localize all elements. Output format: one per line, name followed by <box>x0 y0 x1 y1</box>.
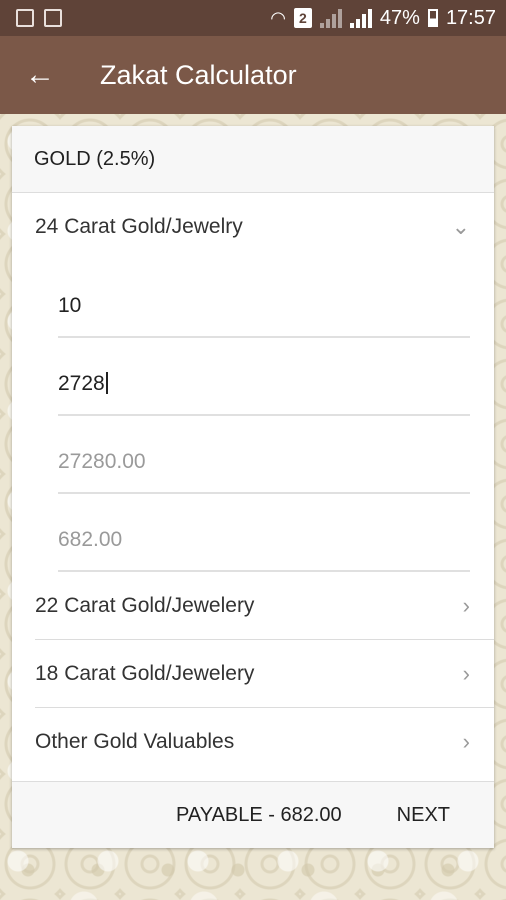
app-bar: ← Zakat Calculator <box>0 36 506 114</box>
section-label: Other Gold Valuables <box>35 729 235 753</box>
chevron-right-icon: › <box>462 728 470 754</box>
rate-field[interactable]: 2728 <box>58 338 470 416</box>
chevron-down-icon: ⌄ <box>451 213 470 239</box>
total-value: 27280.00 <box>58 450 146 473</box>
section-18-carat[interactable]: 18 Carat Gold/Jewelery › <box>12 640 494 707</box>
payable-amount: PAYABLE - 682.00 <box>176 803 342 826</box>
section-label: 24 Carat Gold/Jewelry <box>35 214 243 238</box>
next-button[interactable]: NEXT <box>397 804 450 827</box>
card-header: GOLD (2.5%) <box>12 126 494 193</box>
section-label: 22 Carat Gold/Jewelery <box>35 593 255 617</box>
sim-badge: 2 <box>293 8 312 28</box>
chevron-right-icon: › <box>462 660 470 686</box>
image-notification-icon <box>16 9 34 27</box>
weight-value: 10 <box>58 294 82 317</box>
rate-value: 2728 <box>58 372 108 396</box>
section-22-carat[interactable]: 22 Carat Gold/Jewelery › <box>12 572 494 639</box>
battery-icon <box>427 9 438 27</box>
status-bar: ◠ 2 47% 17:57 <box>0 0 506 36</box>
clock: 17:57 <box>445 6 496 29</box>
zakat-field[interactable]: 682.00 <box>58 494 470 572</box>
battery-percent: 47% <box>379 6 420 29</box>
section-label: 18 Carat Gold/Jewelery <box>35 661 255 685</box>
zakat-value: 682.00 <box>58 528 123 551</box>
total-field[interactable]: 27280.00 <box>58 416 470 494</box>
page-title: Zakat Calculator <box>100 59 297 90</box>
chevron-right-icon: › <box>462 592 470 618</box>
wifi-icon: ◠ <box>270 7 286 28</box>
arrow-left-icon: ← <box>25 58 55 91</box>
back-button[interactable]: ← <box>0 36 80 114</box>
gold-card: GOLD (2.5%) 24 Carat Gold/Jewelry ⌄ 10 2… <box>12 126 494 848</box>
signal-icon <box>319 8 342 28</box>
section-24-carat[interactable]: 24 Carat Gold/Jewelry ⌄ <box>12 193 494 260</box>
screenshot-notification-icon <box>44 9 62 27</box>
signal-icon-2 <box>349 8 372 28</box>
section-other-gold[interactable]: Other Gold Valuables › <box>12 708 494 775</box>
weight-field[interactable]: 10 <box>58 260 470 338</box>
card-footer: PAYABLE - 682.00 NEXT <box>12 781 494 848</box>
